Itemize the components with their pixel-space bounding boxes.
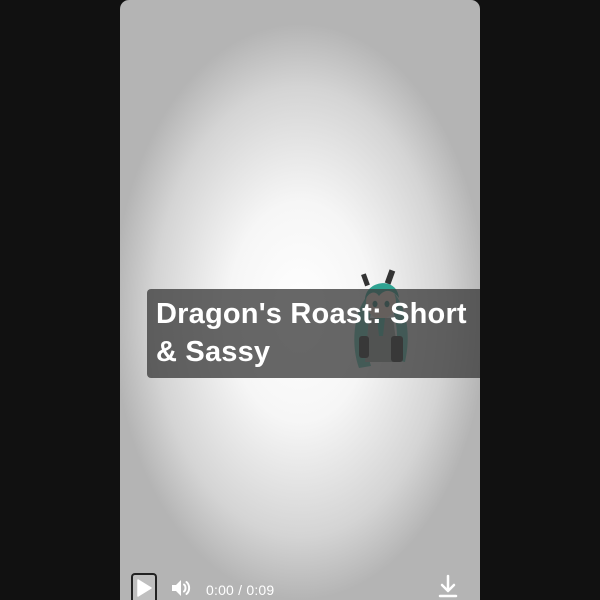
- download-button[interactable]: [436, 574, 460, 600]
- volume-icon: [172, 580, 191, 596]
- play-icon: [137, 578, 152, 597]
- video-title: Dragon's Roast: Short & Sassy: [156, 298, 467, 368]
- video-controls-bar: 0:00 / 0:09: [120, 570, 480, 600]
- playback-time: 0:00 / 0:09: [206, 580, 274, 600]
- current-time: 0:00: [206, 582, 235, 598]
- volume-button[interactable]: [169, 576, 193, 600]
- time-separator: /: [234, 582, 247, 598]
- page-background: Dragon's Roast: Short & Sassy 0:00 / 0:0…: [0, 0, 600, 600]
- duration: 0:09: [246, 582, 275, 598]
- play-button[interactable]: [131, 573, 157, 600]
- download-icon: [438, 574, 458, 598]
- video-title-overlay: Dragon's Roast: Short & Sassy: [147, 289, 480, 378]
- video-player[interactable]: Dragon's Roast: Short & Sassy 0:00 / 0:0…: [120, 0, 480, 600]
